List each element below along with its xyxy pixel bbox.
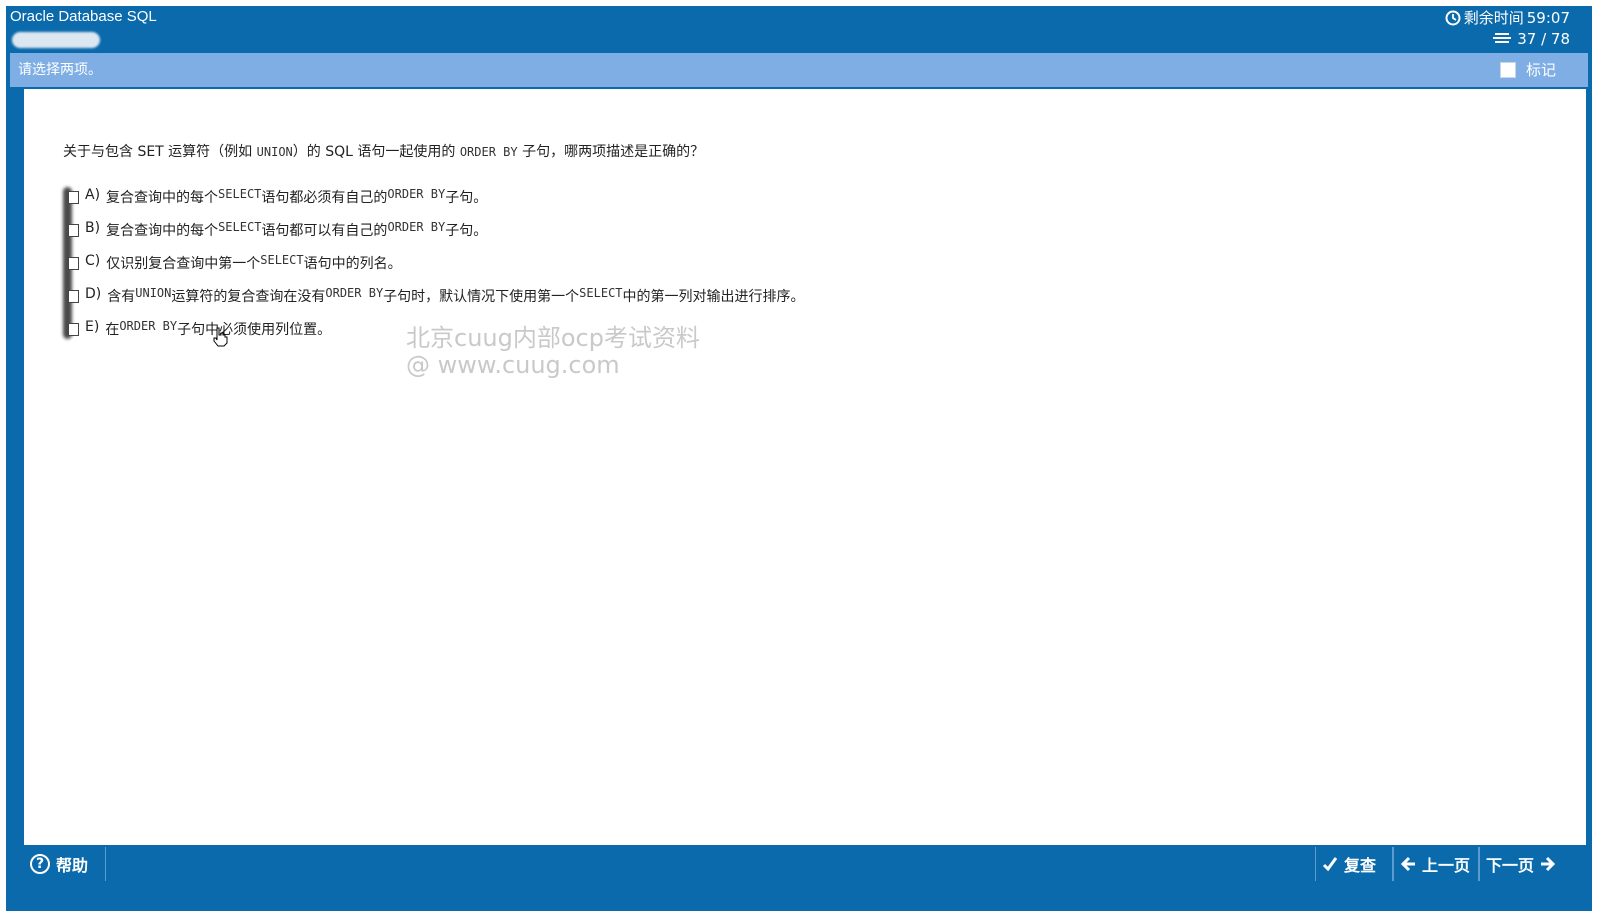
app-title: Oracle Database SQL <box>10 8 157 25</box>
option-e-checkbox[interactable] <box>68 323 79 336</box>
question-counter: 37 / 78 <box>1493 30 1570 48</box>
clock-icon <box>1445 10 1461 25</box>
blurred-username <box>12 32 100 48</box>
watermark-line-1: 北京cuug内部ocp考试资料 <box>406 324 700 352</box>
option-text: 语句都必须有自己的 <box>261 190 388 206</box>
option-text: 子句中必须使用列位置。 <box>177 322 332 338</box>
option-text: 仅识别复合查询中第一个 <box>106 256 261 272</box>
option-text: 子句。 <box>445 190 488 206</box>
watermark-line-2: @ www.cuug.com <box>406 351 620 379</box>
option-text: 子句。 <box>445 223 488 239</box>
help-circle-icon: ? <box>30 854 50 874</box>
question-text-part: ）的 SQL 语句一起使用的 <box>292 144 460 160</box>
option-keyword: ORDER BY <box>387 187 446 201</box>
review-button[interactable]: 复查 <box>1315 847 1393 881</box>
counter-value: 37 / 78 <box>1517 30 1570 48</box>
right-border <box>1586 89 1592 911</box>
timer-label: 剩余时间 <box>1463 9 1524 27</box>
watermark: 北京cuug内部ocp考试资料 @ www.cuug.com <box>406 325 700 379</box>
review-label: 复查 <box>1344 856 1377 875</box>
option-text: 复合查询中的每个 <box>106 223 219 239</box>
question-keyword: UNION <box>256 145 293 159</box>
next-label: 下一页 <box>1486 856 1535 875</box>
option-c[interactable]: C) 仅识别复合查询中第一个 SELECT 语句中的列名。 <box>68 253 805 286</box>
screen: Oracle Database SQL 剩余时间 59:07 37 / 78 请… <box>0 0 1616 915</box>
option-a[interactable]: A) 复合查询中的每个 SELECT 语句都必须有自己的 ORDER BY 子句… <box>68 187 805 220</box>
mark-label: 标记 <box>1525 61 1556 79</box>
option-keyword: SELECT <box>260 253 304 267</box>
bottom-toolbar: ? 帮助 复查 上一页 下一页 <box>24 847 1586 883</box>
option-text: 语句中的列名。 <box>303 256 402 272</box>
option-text: 运算符的复合查询在没有 <box>171 289 326 305</box>
option-keyword: ORDER BY <box>387 220 446 234</box>
hand-cursor-icon <box>212 327 228 352</box>
option-b-checkbox[interactable] <box>68 224 79 237</box>
prev-label: 上一页 <box>1422 856 1471 875</box>
option-letter: B) <box>85 220 101 236</box>
arrow-left-icon <box>1400 856 1415 872</box>
option-a-checkbox[interactable] <box>68 191 79 204</box>
timer-value: 59:07 <box>1526 8 1570 27</box>
option-letter: E) <box>85 319 100 335</box>
question-text: 关于与包含 SET 运算符（例如 UNION）的 SQL 语句一起使用的 ORD… <box>63 141 704 161</box>
option-keyword: ORDER BY <box>119 319 178 333</box>
timer: 剩余时间 59:07 <box>1445 7 1570 28</box>
option-b[interactable]: B) 复合查询中的每个 SELECT 语句都可以有自己的 ORDER BY 子句… <box>68 220 805 253</box>
option-letter: D) <box>85 286 102 302</box>
option-text: 语句都可以有自己的 <box>261 223 388 239</box>
option-c-checkbox[interactable] <box>68 257 79 270</box>
instruction-text: 请选择两项。 <box>18 62 102 78</box>
option-text: 子句时，默认情况下使用第一个 <box>383 289 580 305</box>
next-button[interactable]: 下一页 <box>1479 847 1565 881</box>
arrow-right-icon <box>1541 856 1556 872</box>
option-keyword: SELECT <box>218 187 262 201</box>
option-text: 复合查询中的每个 <box>106 190 219 206</box>
help-label: 帮助 <box>56 856 89 875</box>
option-keyword: SELECT <box>579 286 623 300</box>
option-d-checkbox[interactable] <box>68 290 79 303</box>
list-icon <box>1493 33 1512 43</box>
question-text-part: 关于与包含 SET 运算符（例如 <box>63 144 257 160</box>
option-text: 中的第一列对输出进行排序。 <box>622 289 805 305</box>
option-keyword: SELECT <box>218 220 262 234</box>
option-letter: C) <box>85 253 101 269</box>
option-text: 含有 <box>107 289 136 305</box>
exam-window: Oracle Database SQL 剩余时间 59:07 37 / 78 请… <box>6 6 1592 911</box>
mark-checkbox[interactable] <box>1499 61 1516 78</box>
checkmark-icon <box>1322 857 1338 872</box>
help-button[interactable]: ? 帮助 <box>24 847 106 881</box>
mark-toggle[interactable]: 标记 <box>1499 59 1556 80</box>
previous-button[interactable]: 上一页 <box>1393 847 1479 881</box>
question-panel: 关于与包含 SET 运算符（例如 UNION）的 SQL 语句一起使用的 ORD… <box>24 89 1586 845</box>
option-keyword: UNION <box>135 286 172 300</box>
option-text: 在 <box>105 322 120 338</box>
question-text-part: 子句，哪两项描述是正确的？ <box>517 144 705 160</box>
option-d[interactable]: D) 含有 UNION 运算符的复合查询在没有 ORDER BY 子句时，默认情… <box>68 286 805 319</box>
option-letter: A) <box>85 187 101 203</box>
question-keyword: ORDER BY <box>459 145 518 159</box>
left-border <box>6 89 24 911</box>
option-keyword: ORDER BY <box>325 286 384 300</box>
instruction-bar: 请选择两项。 标记 <box>10 53 1588 87</box>
